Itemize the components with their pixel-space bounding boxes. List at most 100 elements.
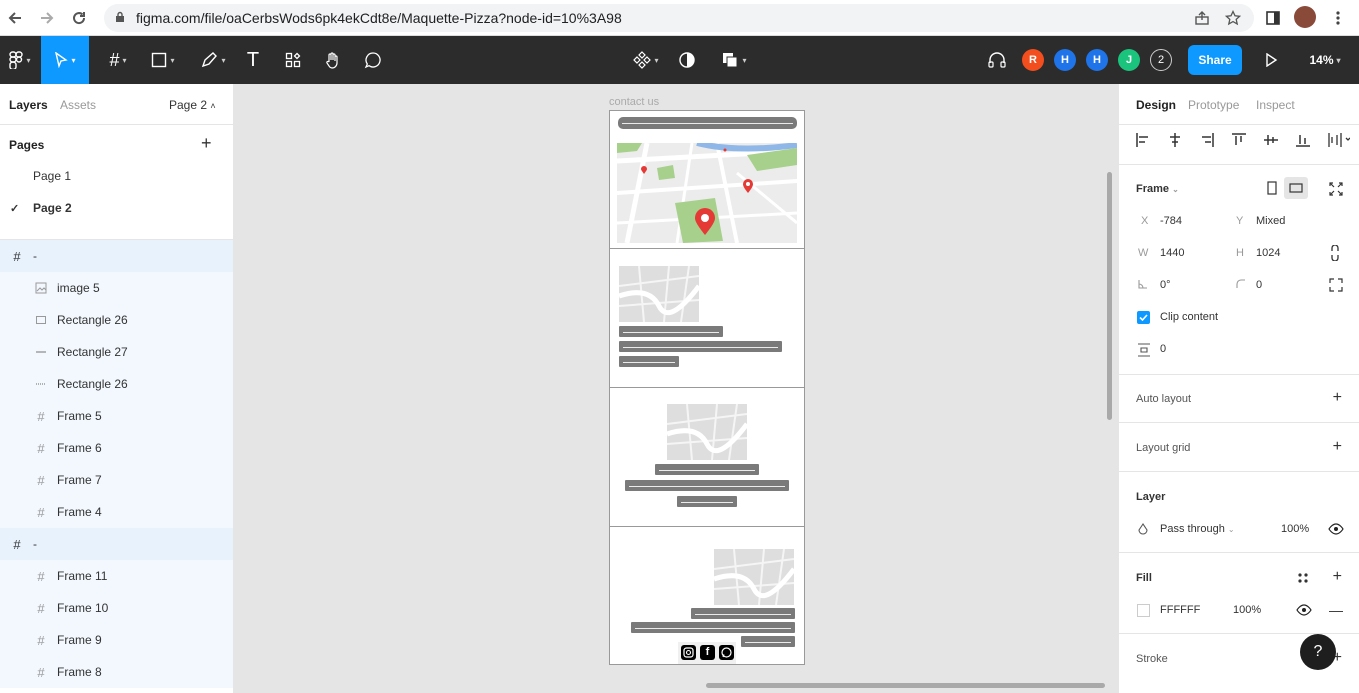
fill-swatch[interactable] bbox=[1137, 604, 1150, 617]
independent-corners-icon[interactable] bbox=[1329, 278, 1343, 292]
layer-item[interactable]: # Frame 4 bbox=[0, 496, 233, 528]
bookmark-star-icon[interactable] bbox=[1221, 6, 1245, 30]
layer-item[interactable]: # Frame 11 bbox=[0, 560, 233, 592]
whatsapp-icon[interactable] bbox=[719, 645, 734, 660]
layer-opacity-input[interactable]: 100% bbox=[1281, 523, 1309, 535]
reload-icon[interactable] bbox=[67, 6, 91, 30]
frame-label[interactable]: contact us bbox=[609, 96, 659, 108]
collaborator-avatar[interactable]: H bbox=[1086, 49, 1108, 71]
browser-menu-icon[interactable] bbox=[1326, 6, 1350, 30]
height-input[interactable]: 1024 bbox=[1256, 247, 1280, 259]
back-icon[interactable] bbox=[3, 6, 27, 30]
radius-input[interactable]: 0 bbox=[1256, 279, 1262, 291]
layer-item[interactable]: # - bbox=[0, 528, 233, 560]
clip-content-checkbox[interactable] bbox=[1137, 311, 1150, 324]
present-button[interactable] bbox=[1258, 36, 1284, 84]
align-bottom-icon[interactable] bbox=[1296, 133, 1310, 147]
eye-icon[interactable] bbox=[1296, 604, 1312, 616]
layer-item[interactable]: # Frame 9 bbox=[0, 624, 233, 656]
content-frame-2[interactable] bbox=[609, 387, 805, 527]
move-tool-button[interactable]: ▾ bbox=[41, 36, 89, 84]
align-right-icon[interactable] bbox=[1200, 133, 1214, 147]
layer-item[interactable]: Rectangle 26 bbox=[0, 304, 233, 336]
add-fill-icon[interactable]: + bbox=[1333, 568, 1342, 586]
profile-avatar[interactable] bbox=[1294, 6, 1316, 28]
hand-tool-button[interactable] bbox=[320, 36, 346, 84]
tab-design[interactable]: Design bbox=[1136, 98, 1176, 112]
landscape-button[interactable] bbox=[1284, 177, 1308, 199]
image-icon bbox=[34, 281, 48, 295]
page-item-2[interactable]: ✓ Page 2 bbox=[0, 192, 233, 224]
design-canvas[interactable]: contact us f bbox=[234, 84, 1118, 693]
facebook-icon[interactable]: f bbox=[700, 645, 715, 660]
align-center-horizontal-icon[interactable] bbox=[1168, 133, 1182, 147]
resize-to-fit-icon[interactable] bbox=[1329, 182, 1343, 196]
resources-button[interactable] bbox=[280, 36, 306, 84]
tab-prototype[interactable]: Prototype bbox=[1188, 98, 1239, 112]
collaborator-avatar[interactable]: J bbox=[1118, 49, 1140, 71]
audio-button[interactable] bbox=[984, 36, 1010, 84]
more-collaborators-badge[interactable]: 2 bbox=[1150, 49, 1172, 71]
rotation-input[interactable]: 0° bbox=[1160, 279, 1171, 291]
align-top-icon[interactable] bbox=[1232, 133, 1246, 147]
fill-opacity-input[interactable]: 100% bbox=[1233, 604, 1261, 616]
shape-tool-button[interactable]: ▾ bbox=[145, 36, 181, 84]
contact-frame[interactable] bbox=[609, 110, 805, 249]
styles-icon[interactable] bbox=[1297, 572, 1309, 584]
layer-item[interactable]: # Frame 5 bbox=[0, 400, 233, 432]
width-input[interactable]: 1440 bbox=[1160, 247, 1184, 259]
x-input[interactable]: -784 bbox=[1160, 215, 1182, 227]
y-input[interactable]: Mixed bbox=[1256, 215, 1285, 227]
add-layout-grid-icon[interactable]: + bbox=[1333, 438, 1342, 456]
instagram-icon[interactable] bbox=[681, 645, 696, 660]
layer-item[interactable]: # Frame 10 bbox=[0, 592, 233, 624]
main-menu-button[interactable]: ▾ bbox=[0, 36, 40, 84]
align-left-icon[interactable] bbox=[1136, 133, 1150, 147]
sidebar-toggle-icon[interactable] bbox=[1261, 6, 1285, 30]
address-bar[interactable]: figma.com/file/oaCerbsWods6pk4ekCdt8e/Ma… bbox=[104, 4, 1254, 32]
add-page-icon[interactable]: + bbox=[201, 133, 212, 154]
tab-layers[interactable]: Layers bbox=[9, 98, 48, 112]
distribute-icon[interactable] bbox=[1328, 133, 1350, 147]
add-auto-layout-icon[interactable]: + bbox=[1333, 389, 1342, 407]
collaborator-avatar[interactable]: R bbox=[1022, 49, 1044, 71]
tab-assets[interactable]: Assets bbox=[60, 98, 96, 112]
layer-item[interactable]: # Frame 7 bbox=[0, 464, 233, 496]
page-switcher[interactable]: Page 2 ˄ bbox=[169, 98, 216, 112]
constrain-proportions-icon[interactable] bbox=[1330, 245, 1340, 261]
vertical-scrollbar[interactable] bbox=[1107, 172, 1112, 420]
layer-item[interactable]: Rectangle 26 bbox=[0, 368, 233, 400]
eye-icon[interactable] bbox=[1328, 523, 1344, 535]
align-center-vertical-icon[interactable] bbox=[1264, 133, 1278, 147]
components-button[interactable]: ▾ bbox=[628, 36, 664, 84]
forward-icon[interactable] bbox=[35, 6, 59, 30]
layer-item[interactable]: # Frame 8 bbox=[0, 656, 233, 688]
horizontal-scrollbar[interactable] bbox=[706, 683, 1105, 688]
line-icon bbox=[34, 345, 48, 359]
pen-tool-button[interactable]: ▾ bbox=[195, 36, 231, 84]
collaborator-avatar[interactable]: H bbox=[1054, 49, 1076, 71]
layer-item[interactable]: # Frame 6 bbox=[0, 432, 233, 464]
boolean-button[interactable]: ▾ bbox=[716, 36, 752, 84]
mask-button[interactable] bbox=[676, 36, 698, 84]
fill-hex-input[interactable]: FFFFFF bbox=[1160, 604, 1200, 616]
layer-item[interactable]: # - bbox=[0, 240, 233, 272]
text-tool-button[interactable]: T bbox=[240, 36, 266, 84]
portrait-icon[interactable] bbox=[1267, 181, 1277, 195]
comment-tool-button[interactable] bbox=[360, 36, 386, 84]
share-page-icon[interactable] bbox=[1190, 6, 1214, 30]
frame-tool-button[interactable]: # ▾ bbox=[100, 36, 136, 84]
blend-mode-select[interactable]: Pass through ⌄ bbox=[1160, 523, 1235, 535]
content-frame-3[interactable]: f bbox=[609, 526, 805, 665]
page-item-1[interactable]: Page 1 bbox=[0, 160, 233, 192]
remove-fill-icon[interactable]: — bbox=[1329, 602, 1343, 618]
share-button[interactable]: Share bbox=[1188, 45, 1242, 75]
help-button[interactable]: ? bbox=[1300, 634, 1336, 670]
tab-inspect[interactable]: Inspect bbox=[1256, 98, 1295, 112]
layer-item[interactable]: Rectangle 27 bbox=[0, 336, 233, 368]
spacing-input[interactable]: 0 bbox=[1160, 343, 1166, 355]
frame-title[interactable]: Frame ⌄ bbox=[1136, 183, 1179, 195]
layer-item[interactable]: image 5 bbox=[0, 272, 233, 304]
zoom-menu[interactable]: 14% ▾ bbox=[1300, 36, 1350, 84]
content-frame-1[interactable] bbox=[609, 248, 805, 388]
